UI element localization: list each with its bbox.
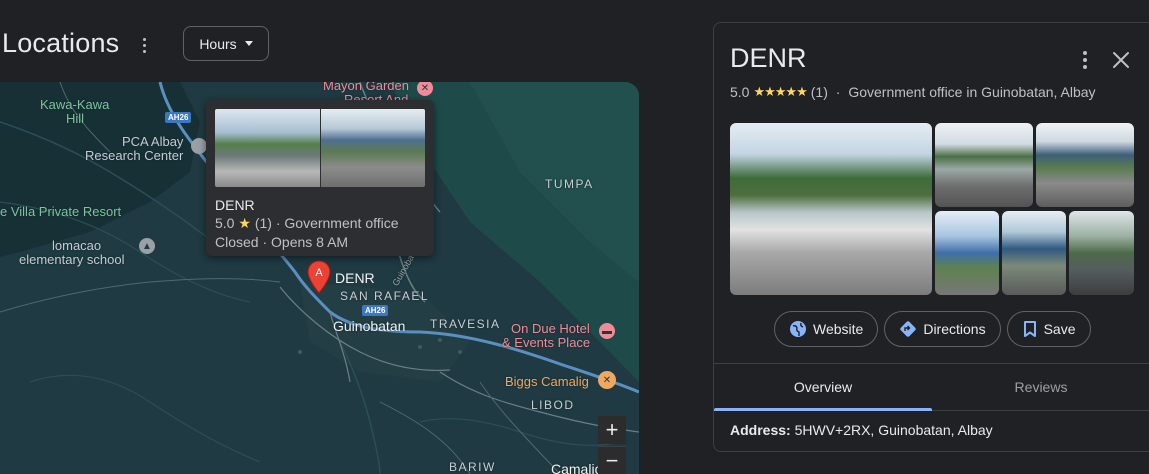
place-category: Government office in Guinobatan, Albay bbox=[848, 84, 1096, 100]
panel-tabs: Overview Reviews bbox=[714, 363, 1149, 411]
save-button[interactable]: Save bbox=[1006, 311, 1091, 347]
address-value[interactable]: 5HWV+2RX, Guinobatan, Albay bbox=[795, 422, 993, 438]
save-label: Save bbox=[1043, 321, 1076, 337]
directions-icon bbox=[900, 321, 916, 337]
popup-place-name: DENR bbox=[215, 197, 255, 213]
map-label-villa-resort: e Villa Private Resort bbox=[0, 204, 122, 219]
route-shield-ah26-b: AH26 bbox=[362, 305, 389, 316]
map-label-events-place[interactable]: & Events Place bbox=[502, 336, 590, 350]
photo-gallery bbox=[730, 123, 1134, 295]
globe-icon bbox=[790, 321, 806, 337]
hotel-icon[interactable]: ▬ bbox=[599, 323, 615, 339]
rating-stars-icon: ★★★★★ bbox=[753, 84, 807, 99]
popup-reviews: (1) bbox=[254, 215, 272, 231]
website-label: Website bbox=[813, 321, 864, 337]
gallery-photo-main[interactable] bbox=[730, 123, 932, 295]
gallery-photo-4[interactable] bbox=[935, 211, 999, 295]
separator-dot: · bbox=[262, 234, 268, 250]
popup-category: Government office bbox=[284, 215, 399, 231]
route-shield-ah26: AH26 bbox=[165, 112, 192, 123]
bookmark-icon bbox=[1023, 321, 1036, 337]
popup-photo-1 bbox=[215, 109, 320, 187]
hours-filter-label: Hours bbox=[199, 35, 237, 52]
map-label-pca-albay: PCA Albay bbox=[122, 134, 184, 149]
popup-rating: 5.0 bbox=[215, 215, 235, 231]
place-meta: 5.0 ★★★★★ (1) · Government office in Gui… bbox=[730, 84, 1096, 100]
map-label-biggs-camalig[interactable]: Biggs Camalig bbox=[505, 375, 589, 389]
map-marker-icon[interactable]: A bbox=[307, 260, 331, 294]
gallery-photo-2[interactable] bbox=[935, 123, 1033, 207]
restaurant-icon[interactable]: ✕ bbox=[598, 371, 616, 389]
caret-down-icon bbox=[244, 41, 253, 46]
map-label-research-center: Research Center bbox=[85, 148, 184, 163]
tab-reviews[interactable]: Reviews bbox=[932, 364, 1149, 410]
website-button[interactable]: Website bbox=[774, 311, 879, 347]
map-label-kawa-kawa: Kawa-Kawa bbox=[40, 97, 110, 112]
location-pin-icon[interactable] bbox=[191, 138, 207, 154]
place-address: Address: 5HWV+2RX, Guinobatan, Albay bbox=[730, 422, 993, 438]
gallery-photo-5[interactable] bbox=[1002, 211, 1066, 295]
map-label-travesia: TRAVESIA bbox=[430, 317, 501, 331]
popup-rating-line: 5.0 ★ (1) · Government office bbox=[215, 215, 399, 232]
gallery-photo-6[interactable] bbox=[1069, 211, 1134, 295]
gallery-photo-3[interactable] bbox=[1036, 123, 1134, 207]
map-label-guinobatan: Guinobatan bbox=[333, 318, 406, 334]
star-icon: ★ bbox=[238, 215, 251, 231]
tab-overview[interactable]: Overview bbox=[714, 364, 932, 411]
map-label-on-due-hotel[interactable]: On Due Hotel bbox=[511, 322, 590, 336]
separator-dot: · bbox=[275, 215, 281, 231]
school-icon[interactable]: ▲ bbox=[139, 238, 155, 254]
popup-photos bbox=[215, 109, 425, 187]
map-label-libod: LIBOD bbox=[531, 398, 575, 412]
popup-hours: Opens 8 AM bbox=[271, 234, 349, 250]
popup-status: Closed bbox=[215, 234, 259, 250]
place-popup-card[interactable]: DENR 5.0 ★ (1) · Government office Close… bbox=[206, 100, 434, 256]
popup-status-line: Closed · Opens 8 AM bbox=[215, 234, 348, 250]
page-title: Locations bbox=[2, 28, 120, 58]
popup-photo-2 bbox=[320, 109, 425, 187]
place-details-panel: DENR 5.0 ★★★★★ (1) · Government office i… bbox=[713, 22, 1149, 452]
more-vert-icon[interactable] bbox=[1075, 49, 1095, 71]
map-label-elementary: elementary school bbox=[19, 252, 125, 267]
address-label: Address: bbox=[730, 422, 791, 438]
more-vert-icon[interactable] bbox=[134, 34, 154, 56]
place-title: DENR bbox=[730, 43, 807, 73]
close-icon[interactable] bbox=[1110, 49, 1132, 71]
marker-label[interactable]: DENR bbox=[335, 270, 375, 286]
marker-letter: A bbox=[315, 267, 323, 279]
place-rating: 5.0 bbox=[730, 84, 750, 100]
separator-dot: · bbox=[831, 84, 845, 100]
zoom-in-button[interactable]: + bbox=[598, 416, 626, 444]
directions-button[interactable]: Directions bbox=[884, 311, 1001, 347]
map-label-san-rafael: SAN RAFAEL bbox=[340, 289, 430, 303]
place-reviews-count[interactable]: (1) bbox=[811, 84, 828, 100]
place-actions: Website Directions Save bbox=[774, 311, 1091, 347]
map-label-kawa-hill: Hill bbox=[66, 111, 85, 126]
map-label-tumpa: TUMPA bbox=[545, 177, 594, 191]
hours-filter-button[interactable]: Hours bbox=[183, 26, 269, 61]
map-label-lomacao: lomacao bbox=[52, 238, 102, 253]
zoom-out-button[interactable]: − bbox=[598, 446, 626, 474]
map-label-camalig: Camalig bbox=[551, 461, 603, 474]
map-label-bariw: BARIW bbox=[449, 460, 496, 474]
directions-label: Directions bbox=[923, 321, 986, 337]
